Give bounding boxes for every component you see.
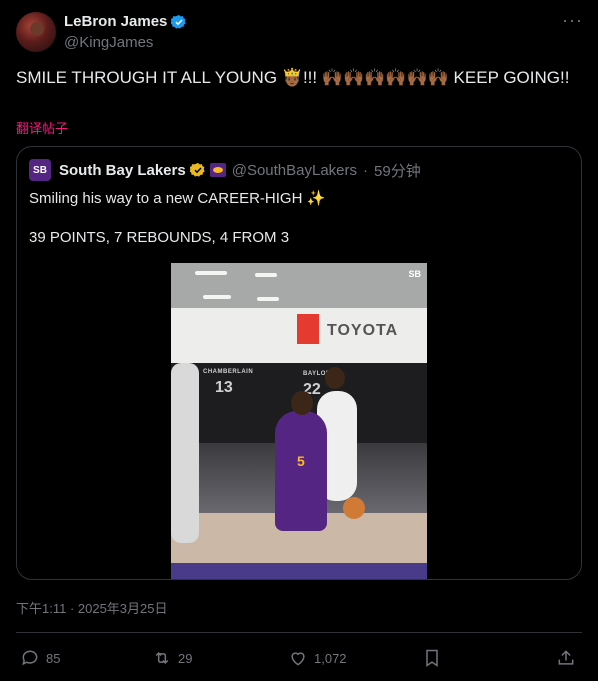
media-player-head (291, 391, 313, 415)
repost-button[interactable]: 29 (152, 648, 192, 668)
reply-count: 85 (46, 650, 61, 666)
ceiling-light (255, 273, 277, 277)
avatar[interactable] (16, 12, 56, 52)
reply-icon (22, 650, 38, 666)
repost-count: 29 (178, 650, 193, 666)
tweet-header: LeBron James @KingJames ··· (16, 11, 582, 56)
share-button[interactable] (556, 648, 576, 668)
media-court-line (171, 563, 427, 579)
repost-icon (155, 651, 169, 665)
tweet-actions-bar: 85 29 1,072 (16, 644, 582, 672)
reply-button[interactable]: 85 (20, 648, 60, 668)
like-button[interactable]: 1,072 (288, 648, 347, 668)
translate-post-link[interactable]: 翻译帖子 (16, 118, 68, 137)
quote-text-line2: 39 POINTS, 7 REBOUNDS, 4 FROM 3 (29, 229, 290, 246)
quote-separator: · (363, 161, 369, 179)
more-options-icon[interactable]: ··· (562, 11, 582, 34)
media-ceiling (171, 263, 427, 308)
verified-badge-icon (171, 14, 187, 29)
ceiling-light (203, 295, 231, 299)
like-count: 1,072 (314, 650, 347, 666)
quote-text-line1: Smiling his way to a new CAREER-HIGH ✨ (29, 190, 326, 207)
quote-display-name[interactable]: South Bay Lakers (59, 162, 186, 179)
ceiling-light (257, 297, 279, 301)
verified-org-badge-icon (189, 163, 205, 177)
quoted-tweet[interactable]: SB South Bay Lakers @SouthBayLakers · 59… (16, 146, 582, 580)
bookmark-button[interactable] (422, 648, 442, 668)
media-player: 5 (275, 411, 327, 531)
share-icon (558, 650, 574, 665)
tweet-text: SMILE THROUGH IT ALL YOUNG 🤴🏾!!! 🙌🏾🙌🏾🙌🏾🙌… (16, 68, 570, 87)
quote-time-ago[interactable]: 59分钟 (374, 160, 421, 181)
quote-handle[interactable]: @SouthBayLakers (232, 162, 357, 179)
media-player-head (325, 367, 345, 389)
media-player (171, 363, 199, 543)
tweet-timestamp[interactable]: 下午1:11 · 2025年3月25日 (16, 598, 168, 617)
quote-header: SB South Bay Lakers @SouthBayLakers · 59… (29, 159, 421, 181)
player-jersey-number: 5 (297, 453, 305, 469)
toyota-logo-icon (297, 314, 319, 344)
jersey-number: 13 (215, 379, 233, 396)
media-badge: SB (408, 269, 421, 279)
author-name-row: LeBron James (64, 13, 187, 30)
author-display-name[interactable]: LeBron James (64, 13, 167, 30)
quote-avatar[interactable]: SB (29, 159, 51, 181)
ceiling-light (195, 271, 227, 275)
sponsor-text: TOYOTA (327, 322, 399, 339)
bookmark-icon (426, 649, 438, 667)
affiliate-badge-icon (209, 163, 226, 177)
jersey-label: CHAMBERLAIN (203, 369, 254, 375)
basketball-icon (343, 497, 365, 519)
quote-media-video[interactable]: TOYOTA CHAMBERLAIN 13 BAYLOR 22 5 SB (171, 263, 427, 579)
heart-icon (291, 652, 305, 666)
author-handle[interactable]: @KingJames (64, 34, 153, 51)
divider (16, 632, 582, 633)
